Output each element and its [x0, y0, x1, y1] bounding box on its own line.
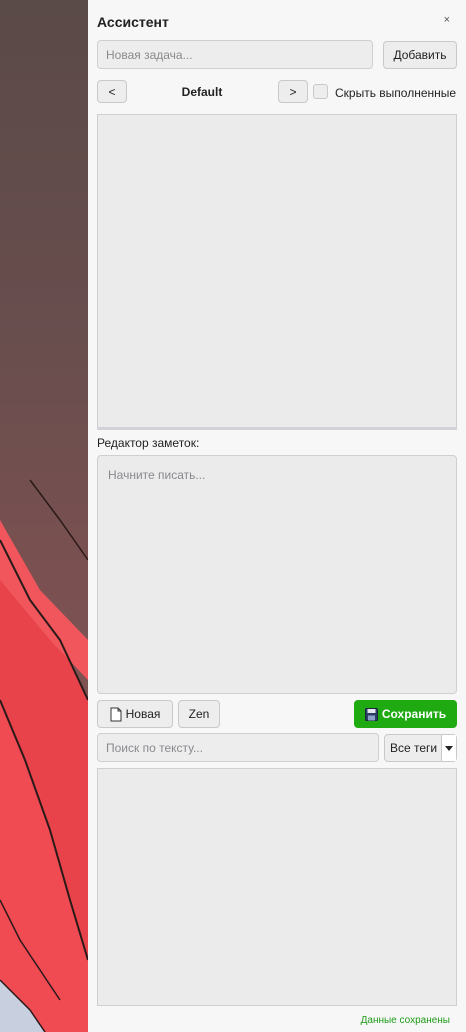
zen-button[interactable]: Zen [178, 700, 220, 728]
save-status: Данные сохранены [360, 1015, 450, 1026]
new-note-label: Новая [125, 707, 161, 721]
dropdown-arrow-icon[interactable] [441, 735, 456, 761]
notes-list[interactable] [97, 768, 457, 1006]
text-search-input[interactable]: Поиск по тексту... [97, 733, 379, 762]
tags-select-value: Все теги [390, 741, 438, 755]
notes-editor-placeholder: Начните писать... [108, 468, 206, 482]
tags-select[interactable]: Все теги [384, 734, 457, 762]
prev-list-button[interactable]: < [97, 80, 127, 103]
notes-editor-label: Редактор заметок: [97, 436, 200, 450]
task-list[interactable] [97, 114, 457, 430]
new-task-input[interactable]: Новая задача... [97, 40, 373, 69]
new-note-button[interactable]: Новая [97, 700, 173, 728]
assistant-panel: Ассистент × Новая задача... Добавить < D… [88, 0, 466, 1032]
panel-title: Ассистент [97, 14, 169, 30]
desktop-wallpaper [0, 0, 88, 1032]
hide-done-checkbox[interactable] [313, 84, 328, 99]
list-name: Default [181, 85, 223, 99]
save-button[interactable]: Сохранить [354, 700, 457, 728]
next-list-button[interactable]: > [278, 80, 308, 103]
hide-done-label: Скрыть выполненные [335, 86, 457, 100]
notes-editor[interactable]: Начните писать... [97, 455, 457, 694]
add-task-button[interactable]: Добавить [383, 41, 457, 69]
save-label: Сохранить [381, 707, 447, 721]
close-button[interactable]: × [444, 14, 450, 26]
document-icon [110, 707, 122, 721]
floppy-disk-icon [364, 707, 378, 721]
wallpaper-art [0, 479, 88, 1032]
